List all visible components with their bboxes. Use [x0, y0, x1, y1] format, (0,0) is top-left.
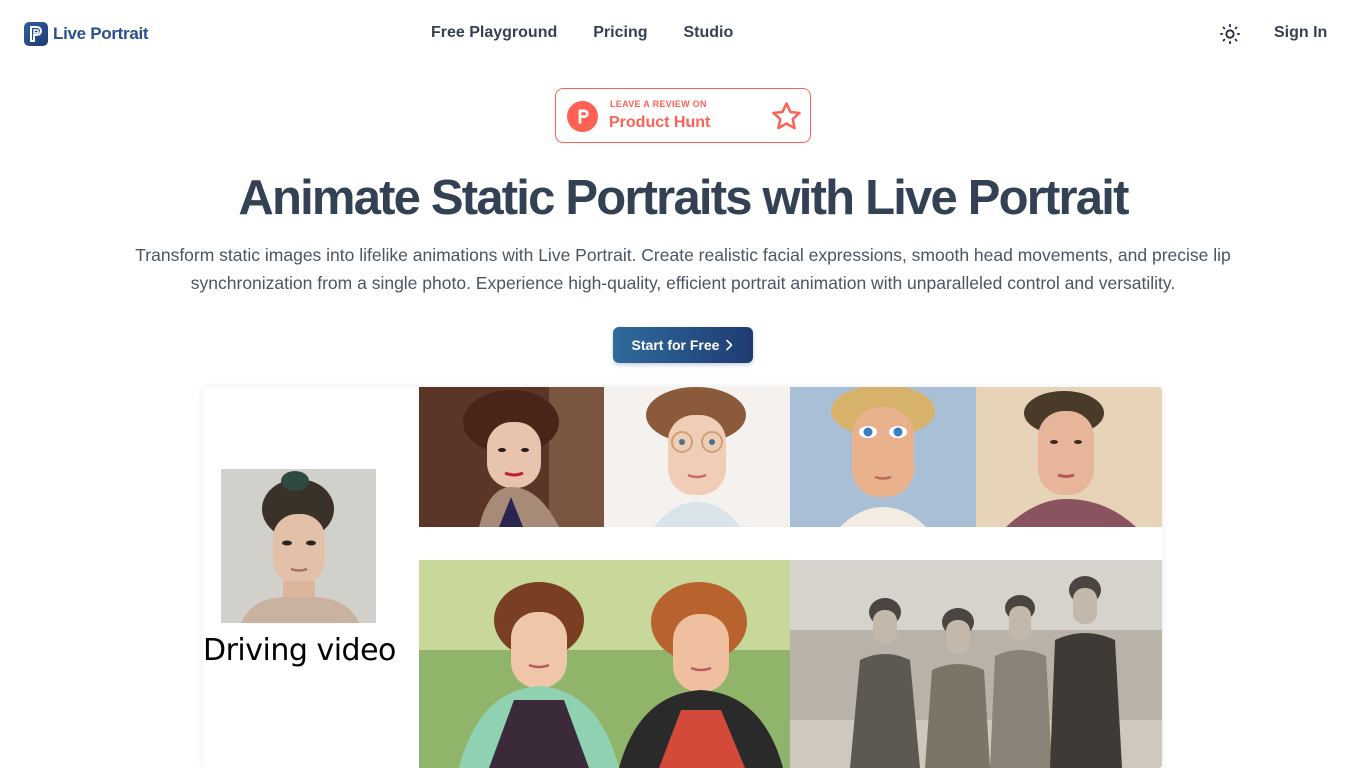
sign-in-link[interactable]: Sign In: [1274, 24, 1327, 42]
site-header: Live Portrait Free Playground Pricing St…: [0, 0, 1366, 68]
nav-pricing[interactable]: Pricing: [593, 24, 647, 42]
main-nav: Free Playground Pricing Studio: [431, 24, 733, 42]
driving-video-label: Driving video: [203, 633, 396, 668]
product-hunt-badge[interactable]: LEAVE A REVIEW ON Product Hunt: [555, 88, 811, 143]
theme-toggle-button[interactable]: [1218, 22, 1242, 46]
badge-title: Product Hunt: [609, 114, 711, 131]
portrait-result-3[interactable]: [790, 387, 976, 527]
chevron-right-icon: [726, 339, 733, 351]
portrait-result-4[interactable]: [976, 387, 1162, 527]
cta-label: Start for Free: [631, 337, 720, 353]
logo[interactable]: Live Portrait: [24, 22, 149, 46]
driving-video[interactable]: [221, 469, 376, 623]
logo-text: Live Portrait: [53, 24, 149, 43]
portrait-result-1[interactable]: [419, 387, 604, 527]
portrait-result-6[interactable]: [790, 560, 1162, 768]
hero-subtitle: Transform static images into lifelike an…: [135, 245, 1231, 293]
start-for-free-button[interactable]: Start for Free: [613, 327, 753, 363]
nav-studio[interactable]: Studio: [683, 24, 733, 42]
portrait-result-2[interactable]: [604, 387, 790, 527]
page-title: Animate Static Portraits with Live Portr…: [238, 171, 1129, 225]
nav-free-playground[interactable]: Free Playground: [431, 24, 557, 42]
star-icon: [772, 102, 801, 130]
portrait-result-5[interactable]: [419, 560, 790, 768]
demo-panel: Driving video: [203, 387, 1162, 768]
sun-icon: [1219, 23, 1241, 45]
logo-icon: [24, 22, 48, 46]
product-hunt-logo-icon: [567, 101, 598, 132]
badge-caption: LEAVE A REVIEW ON: [610, 99, 707, 109]
